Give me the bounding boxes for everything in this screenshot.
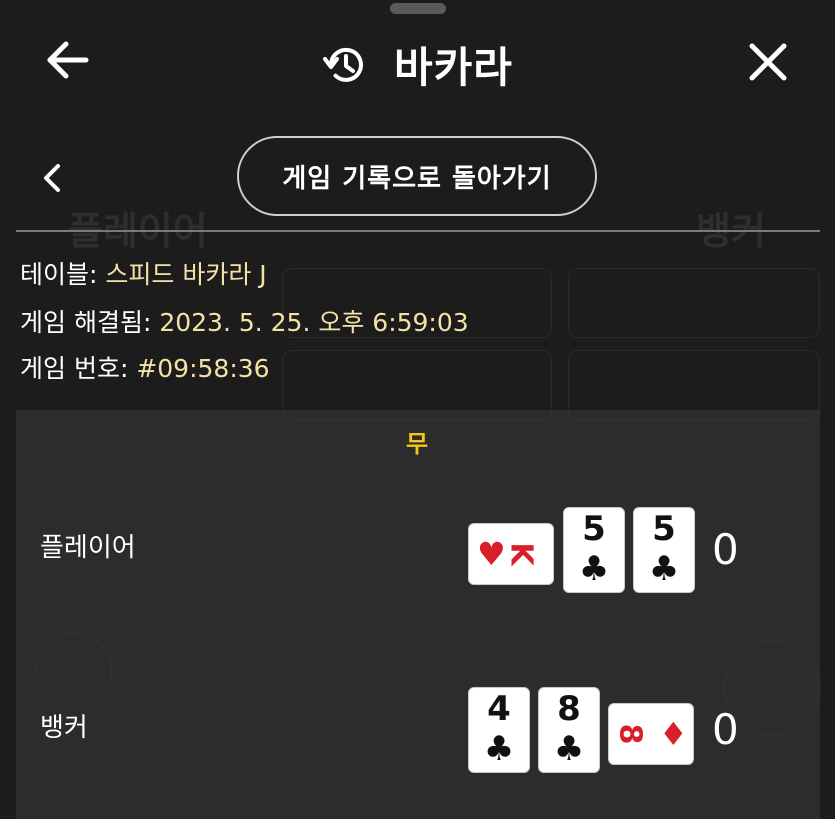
player-label: 플레이어 [40, 533, 136, 563]
card-rank: 8 [612, 723, 648, 745]
player-card-2: 5 ♣ [563, 507, 625, 593]
card-rank: 5 [652, 509, 676, 549]
drag-handle[interactable] [390, 3, 446, 14]
background-box [568, 268, 820, 338]
table-value: 스피드 바카라 J [105, 260, 267, 289]
outcome-label: 무 [406, 430, 429, 458]
game-number-label: 게임 번호: [20, 354, 129, 383]
player-card-1: ♥ K [468, 523, 554, 585]
resolved-info: 게임 해결됨: 2023. 5. 25. 오후 6:59:03 [20, 303, 469, 339]
banker-label: 뱅커 [40, 713, 88, 743]
resolved-value: 2023. 5. 25. 오후 6:59:03 [159, 308, 469, 337]
card-suit: ♣ [483, 729, 515, 769]
history-nav: 게임 기록으로 돌아가기 [0, 136, 835, 220]
card-rank: 8 [557, 689, 581, 729]
page-title: 바카라 [394, 43, 513, 92]
player-score: 0 [712, 525, 739, 574]
baccarat-history-screen: 플레이어 뱅커 바카라 게임 기록으로 돌아가기 테이블: 스피드 바카라 J … [0, 0, 835, 819]
card-rank: 5 [582, 509, 606, 549]
game-number-info: 게임 번호: #09:58:36 [20, 349, 270, 385]
table-label: 테이블: [20, 260, 98, 289]
card-suit: ♣ [578, 549, 610, 589]
banker-card-2: 8 ♣ [538, 687, 600, 773]
banker-card-1: 4 ♣ [468, 687, 530, 773]
arrow-left-icon[interactable] [44, 40, 92, 80]
result-panel [16, 410, 820, 819]
banker-score: 0 [712, 705, 739, 754]
chevron-left-icon[interactable] [40, 162, 64, 194]
header: 바카라 [0, 20, 835, 100]
history-icon [323, 47, 363, 82]
divider [16, 230, 820, 232]
player-card-3: 5 ♣ [633, 507, 695, 593]
resolved-label: 게임 해결됨: [20, 308, 152, 337]
card-suit: ♦ [659, 715, 688, 753]
card-suit: ♣ [648, 549, 680, 589]
card-rank: 4 [487, 689, 511, 729]
title-group: 바카라 [322, 34, 513, 95]
close-icon[interactable] [746, 40, 790, 84]
back-to-history-button[interactable]: 게임 기록으로 돌아가기 [237, 136, 597, 216]
card-suit: ♥ [477, 535, 506, 573]
banker-card-3: 8 ♦ [608, 703, 694, 765]
card-rank: K [503, 542, 539, 566]
card-suit: ♣ [553, 729, 585, 769]
table-info: 테이블: 스피드 바카라 J [20, 255, 267, 291]
game-number-value: #09:58:36 [136, 354, 270, 383]
